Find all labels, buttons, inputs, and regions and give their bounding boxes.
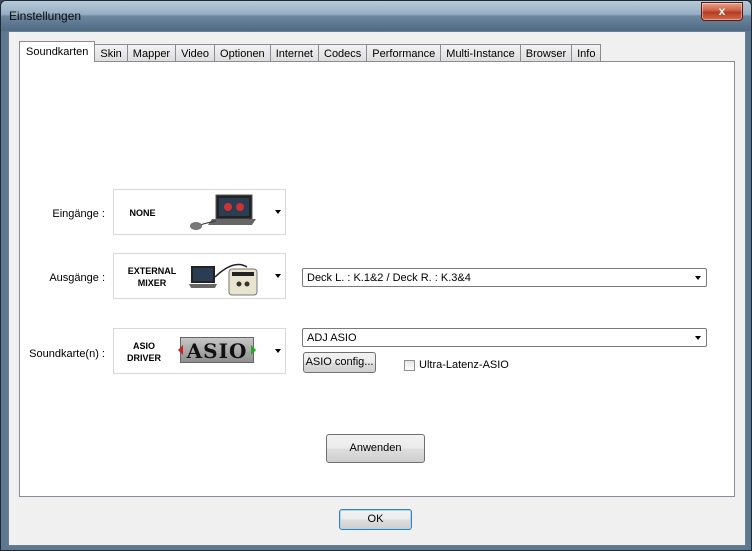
output-routing-dropdown[interactable]: Deck L. : K.1&2 / Deck R. : K.3&4 [302, 268, 707, 287]
inputs-device-selector[interactable]: NONE [113, 189, 286, 235]
close-button[interactable]: x [701, 2, 743, 21]
outputs-device-line2: MIXER [137, 278, 167, 288]
asio-logo: ASIO [178, 337, 256, 363]
soundkarten-panel: Eingänge : NONE Ausgänge : EXTERNAL MIXE… [19, 61, 735, 497]
arrow-right-icon [251, 345, 256, 355]
settings-window: Einstellungen x Soundkarten Skin Mapper … [0, 0, 752, 551]
tab-skin[interactable]: Skin [94, 44, 128, 62]
soundcard-label: Soundkarte(n) : [29, 348, 105, 360]
tab-info[interactable]: Info [571, 44, 602, 62]
soundcard-device-selector[interactable]: ASIO DRIVER ASIO [113, 328, 286, 374]
outputs-device-line1: EXTERNAL [127, 266, 177, 276]
tab-video[interactable]: Video [175, 44, 216, 62]
inputs-label: Eingänge : [52, 208, 105, 220]
inputs-device-name: NONE [129, 208, 156, 218]
ultra-latency-checkbox[interactable] [404, 360, 415, 371]
outputs-device-selector[interactable]: EXTERNAL MIXER [113, 253, 286, 299]
asio-driver-dropdown[interactable]: ADJ ASIO [302, 328, 707, 347]
chevron-down-icon [695, 336, 701, 340]
asio-driver-value: ADJ ASIO [307, 332, 357, 344]
chevron-down-icon [275, 210, 281, 214]
dialog-client-area: Soundkarten Skin Mapper Video Optionen I… [8, 31, 746, 546]
tab-multi-instance[interactable]: Multi-Instance [440, 44, 521, 62]
laptop-mixer-icon [189, 263, 258, 296]
output-routing-value: Deck L. : K.1&2 / Deck R. : K.3&4 [307, 272, 471, 284]
apply-button[interactable]: Anwenden [326, 434, 425, 463]
title-bar[interactable]: Einstellungen x [1, 1, 751, 31]
tab-mapper[interactable]: Mapper [126, 44, 177, 62]
soundcard-device-line1: ASIO [132, 341, 155, 351]
arrow-left-icon [178, 345, 183, 355]
asio-logo-text: ASIO [186, 339, 248, 363]
tab-browser[interactable]: Browser [519, 44, 573, 62]
tab-performance[interactable]: Performance [366, 44, 442, 62]
chevron-down-icon [695, 276, 701, 280]
tab-optionen[interactable]: Optionen [214, 44, 271, 62]
chevron-down-icon [275, 274, 281, 278]
ultra-latency-label: Ultra-Latenz-ASIO [419, 359, 509, 371]
asio-config-button[interactable]: ASIO config... [303, 352, 376, 373]
tab-internet[interactable]: Internet [269, 44, 319, 62]
tab-strip: Soundkarten Skin Mapper Video Optionen I… [19, 41, 602, 62]
soundcard-device-line2: DRIVER [126, 353, 161, 363]
window-title: Einstellungen [9, 9, 82, 23]
close-icon: x [718, 4, 726, 18]
ok-button[interactable]: OK [339, 509, 412, 530]
outputs-label: Ausgänge : [49, 272, 105, 284]
tab-codecs[interactable]: Codecs [318, 44, 368, 62]
laptop-mouse-icon [190, 194, 256, 230]
tab-soundkarten[interactable]: Soundkarten [19, 41, 96, 62]
chevron-down-icon [275, 349, 281, 353]
